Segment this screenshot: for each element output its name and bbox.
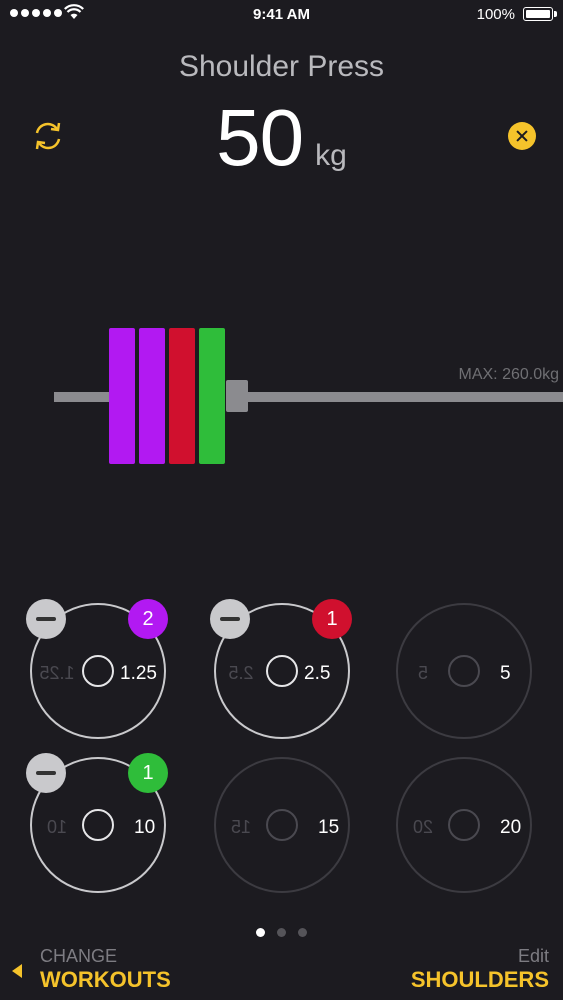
plate-hole (448, 655, 480, 687)
refresh-icon[interactable] (30, 118, 66, 154)
plate-hole (266, 809, 298, 841)
plate-hole (82, 809, 114, 841)
bar-left-sleeve (54, 392, 110, 402)
workouts-button[interactable]: WORKOUTS (40, 967, 171, 993)
plate-weight-label: 15 (318, 817, 340, 838)
edit-label[interactable]: Edit (518, 946, 549, 967)
exercise-title: Shoulder Press (178, 50, 385, 83)
plate-mirror-label: 1.25 (39, 663, 75, 683)
plate-hole (266, 655, 298, 687)
plate-weight-label: 20 (500, 817, 522, 838)
remove-plate-icon[interactable] (26, 753, 66, 793)
plate-mirror-label: 15 (230, 817, 252, 837)
back-arrow-icon[interactable] (12, 964, 22, 978)
shoulders-button[interactable]: SHOULDERS (411, 967, 549, 993)
loaded-plate (169, 328, 195, 464)
plate-5-button[interactable]: 55 (396, 603, 532, 739)
plate-hole (448, 809, 480, 841)
plate-weight-label: 5 (500, 663, 511, 684)
page-dot[interactable] (298, 928, 307, 937)
status-bar: 9:41 AM 100% (0, 0, 563, 30)
plate-weight-label: 2.5 (304, 663, 331, 684)
weight-unit: kg (315, 139, 347, 172)
loaded-plate (199, 328, 225, 464)
page-dot[interactable] (256, 928, 265, 937)
plate-weight-label: 10 (134, 817, 156, 838)
bar-shaft (246, 392, 563, 402)
plate-weight-label: 1.25 (120, 663, 157, 684)
remove-plate-icon[interactable] (26, 599, 66, 639)
close-icon[interactable] (508, 122, 536, 150)
plate-mirror-label: 2.5 (228, 663, 254, 683)
plate-15-button[interactable]: 15 15 (214, 757, 350, 893)
remove-plate-icon[interactable] (210, 599, 250, 639)
plate-count-badge: 1 (312, 599, 352, 639)
bar-collar (226, 380, 248, 412)
battery-icon (523, 7, 557, 21)
loaded-plate (109, 328, 135, 464)
page-indicator (0, 928, 563, 937)
weight-display: 50 kg (0, 92, 563, 184)
change-label[interactable]: CHANGE (40, 946, 117, 967)
plate-hole (82, 655, 114, 687)
plate-mirror-label: 5 (418, 663, 429, 683)
plate-count-badge: 1 (128, 753, 168, 793)
plate-20-button[interactable]: 20 20 (396, 757, 532, 893)
max-weight-label: MAX: 260.0kg (458, 366, 560, 383)
plate-count-badge: 2 (128, 599, 168, 639)
loaded-plate (139, 328, 165, 464)
plate-mirror-label: 10 (46, 817, 68, 837)
page-dot[interactable] (277, 928, 286, 937)
weight-value: 50 (216, 93, 304, 182)
plate-mirror-label: 20 (412, 817, 434, 837)
battery-percent: 100% (476, 6, 515, 23)
